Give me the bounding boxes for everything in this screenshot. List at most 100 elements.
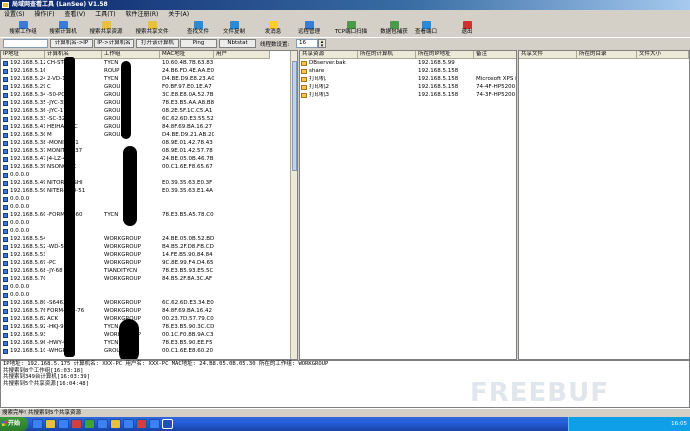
toolbar-button[interactable]: 发消息 <box>259 20 287 37</box>
toolbar-button[interactable]: 数据包捕获 <box>374 20 414 37</box>
table-row[interactable]: DBserver.bak 192.168.5.99 <box>300 60 516 68</box>
table-row[interactable]: 0.0.0.0 <box>1 292 290 300</box>
share-column-header[interactable]: 备注 <box>474 51 516 59</box>
table-row[interactable]: 192.168.5.76FORM-TCC-76WORKGROUP84.8F.69… <box>1 308 290 316</box>
computer-column-header[interactable]: 工作组 <box>102 51 160 59</box>
table-row[interactable]: 192.168.5.69 -PC WORKGROUP 9C.8E.99.F4.D4.6… <box>1 260 290 268</box>
computer-column-header[interactable]: MAC地址 <box>160 51 214 59</box>
table-row[interactable]: 192.168.5.34 -50-PC GROUP 3C.E8.E8.0A.52.7B <box>1 92 290 100</box>
cell-ip: 192.168.5.30 <box>10 132 45 138</box>
menu-about[interactable]: 关于(A) <box>164 10 193 19</box>
file-column-header[interactable]: 所在的目录 <box>577 51 637 59</box>
thread-spinner[interactable]: ▴ ▾ <box>318 39 326 49</box>
toolbar-button[interactable]: 搜索共享文件 <box>130 20 174 37</box>
shared-file-list[interactable]: 共享文件 所在的目录 文件大小 <box>518 50 690 360</box>
table-row[interactable]: 192.168.5.49NITOR-CESHIE0.39.35.63.E0.3F <box>1 180 290 188</box>
table-row[interactable]: 192.168.5.70 WORKGROUP 84.B5.2F.8A.3C.AF <box>1 276 290 284</box>
computer-list-scrollbar[interactable] <box>290 51 297 359</box>
table-row[interactable]: 192.168.5.54 WORKGROUP 24.BE.05.0B.52.BD <box>1 236 290 244</box>
table-row[interactable]: 0.0.0.0 <box>1 228 290 236</box>
toolbar-button[interactable]: 查找文件 <box>183 20 213 37</box>
share-column-header[interactable]: 共享资源 <box>300 51 358 59</box>
toolbar-button[interactable]: 文件复制 <box>219 20 249 37</box>
thread-count-input[interactable]: 16 <box>296 39 318 48</box>
taskbar-app-icon[interactable] <box>71 419 82 429</box>
taskbar-app-icon[interactable] <box>97 419 108 429</box>
taskbar-folder-icon[interactable] <box>45 419 56 429</box>
table-row[interactable]: 打印机2 192.168.5.158 74-4F-HP5200 <box>300 84 516 92</box>
table-row[interactable]: 192.168.5.39 NSONG-PC 00.C1.6E.F8.65.67 <box>1 164 290 172</box>
toolbar-button[interactable]: 搜索工作组 <box>4 20 42 37</box>
taskbar-app-icon[interactable] <box>58 419 69 429</box>
computer-column-header[interactable]: IP地址 <box>1 51 45 59</box>
computer-icon <box>3 197 8 202</box>
toolbar-button[interactable]: 远程管理 <box>293 20 325 37</box>
taskbar-app-icon[interactable] <box>149 419 160 429</box>
table-row[interactable]: 192.168.5.33 -SC-32 GROUP 6C.62.6D.E3.55.52 <box>1 116 290 124</box>
table-row[interactable]: 192.168.5.38 -MONITOR1 08.9E.01.42.78.43 <box>1 140 290 148</box>
table-row[interactable]: 192.168.5.30 M GROUP D4.BE.D9.21.AB.20 <box>1 132 290 140</box>
table-row[interactable]: 打印机 192.168.5.158 Microsoft XPS Docu... <box>300 76 516 84</box>
toolbar-button[interactable]: 退出 <box>458 20 476 37</box>
table-row[interactable]: 192.168.5.12 CH-ST-12 TYCN 10.60.4B.7B.63.8… <box>1 60 290 68</box>
share-column-header[interactable]: 所在的计算机 <box>358 51 416 59</box>
menu-operate[interactable]: 操作(F) <box>30 10 58 19</box>
table-row[interactable]: 192.168.5.36 -JYC-178 GROUP 08.2E.5F.1C.C5.… <box>1 108 290 116</box>
table-row[interactable]: 192.168.5.80 -S6463A1 WORKGROUP 6C.62.6D.E3… <box>1 300 290 308</box>
table-row[interactable]: 0.0.0.0 <box>1 204 290 212</box>
cell-ip: 192.168.5.52 <box>10 244 45 250</box>
table-row[interactable]: 192.168.5.16 ROUP 24.B6.FD.4E.AA.E0 <box>1 68 290 76</box>
file-column-header[interactable]: 共享文件 <box>519 51 577 59</box>
table-row[interactable]: 192.168.5.53 WORKGROUP 14.FE.B5.90.84.84 <box>1 252 290 260</box>
taskbar-folder-icon[interactable] <box>110 419 121 429</box>
computer-column-header[interactable]: 用户 <box>214 51 270 59</box>
computer-list[interactable]: IP地址 计算机名 工作组 MAC地址 用户 192.168.5.12 CH-ST-12 T… <box>0 50 298 360</box>
table-row[interactable]: 192.168.5.24 2-VD-155 TYCN D4.BE.D9.E8.23.A… <box>1 76 290 84</box>
menu-tools[interactable]: 工具(T) <box>91 10 119 19</box>
table-row[interactable]: 192.168.5.52 -WD-52 WORKGROUP B4.B5.2F.D8.F… <box>1 244 290 252</box>
menu-view[interactable]: 查看(V) <box>60 10 89 19</box>
share-column-header[interactable]: 所在的IP地址 <box>416 51 474 59</box>
computer-list-scroll-thumb[interactable] <box>292 61 297 171</box>
table-row[interactable]: 192.168.5.60-FORM-CY-60TYCN78.E3.B5.A5.7… <box>1 212 290 220</box>
table-row[interactable]: 192.168.5.50NITER-DJW-51E0.39.35.63.E1.4… <box>1 188 290 196</box>
table-row[interactable]: 192.168.5.29 C GROUP F0.BF.97.E0.1E.A7 <box>1 84 290 92</box>
menu-settings[interactable]: 设置(S) <box>0 10 29 19</box>
file-column-header[interactable]: 文件大小 <box>637 51 689 59</box>
menu-register[interactable]: 软件注册(R) <box>121 10 162 19</box>
table-row[interactable]: 192.168.5.82 ACK WORKGROUP 00.23.7D.57.79.C… <box>1 316 290 324</box>
table-row[interactable]: 192.168.5.96 -HWY-096 TYCN 78.E3.B5.90.EE.F… <box>1 340 290 348</box>
table-row[interactable]: 192.168.5.68 -JY-68 TIANDITYCN 78.E3.B5.93.… <box>1 268 290 276</box>
ping-button[interactable]: Ping <box>180 39 217 48</box>
taskbar-app-icon[interactable] <box>32 419 43 429</box>
name-to-ip-button[interactable]: 计算机名->IP <box>50 39 93 48</box>
table-row[interactable]: 192.168.5.101-WHGPGROUP00.C1.6E.E8.60.20 <box>1 348 290 356</box>
taskbar-app-icon[interactable] <box>123 419 134 429</box>
table-row[interactable]: 192.168.5.47 J4-LZ-47 24.BE.05.0B.46.7B <box>1 156 290 164</box>
table-row[interactable]: 192.168.5.37MONITOR-3708.9E.01.42.57.78 <box>1 148 290 156</box>
start-button[interactable]: 开始 <box>0 417 28 431</box>
table-row[interactable]: 192.168.5.41 HEIHAO-PC GROUP 84.8F.69.BA.16… <box>1 124 290 132</box>
table-row[interactable]: 0.0.0.0 <box>1 284 290 292</box>
share-list[interactable]: 共享资源 所在的计算机 所在的IP地址 备注 DBserver.bak 192.168.… <box>299 50 517 360</box>
table-row[interactable]: 0.0.0.0 <box>1 172 290 180</box>
table-row[interactable]: 192.168.5.92 -HKJ-92 TYCN 78.E3.B5.90.3C.CD <box>1 324 290 332</box>
ip-to-name-button[interactable]: IP->计算机名 <box>94 39 134 48</box>
nbtstat-button[interactable]: Nbtstat <box>219 39 256 48</box>
search-icon <box>193 21 203 29</box>
table-row[interactable]: 192.168.5.93WORKGROUP00.1C.F0.8B.9A.C3 <box>1 332 290 340</box>
table-row[interactable]: 0.0.0.0 <box>1 196 290 204</box>
toolbar-button[interactable]: 查看端口 <box>411 20 441 37</box>
taskbar-app-icon[interactable] <box>136 419 147 429</box>
table-row[interactable]: 0.0.0.0 <box>1 220 290 228</box>
address-input[interactable] <box>3 39 48 48</box>
table-row[interactable]: 打印机3 192.168.5.158 74-3F-HP5200 <box>300 92 516 100</box>
toolbar-button[interactable]: 搜索计算机 <box>44 20 82 37</box>
toolbar-button[interactable]: TCP端口扫描 <box>330 20 372 37</box>
table-row[interactable]: 192.168.5.35 -JYC-35 GROUP 78.E3.B5.AA.A8.B… <box>1 100 290 108</box>
taskbar-active-app-icon[interactable] <box>162 419 173 429</box>
table-row[interactable]: share 192.168.5.158 <box>300 68 516 76</box>
toolbar-button[interactable]: 搜索共享资源 <box>84 20 128 37</box>
taskbar-app-icon[interactable] <box>84 419 95 429</box>
open-computer-button[interactable]: 打开该计算机 <box>136 39 179 48</box>
